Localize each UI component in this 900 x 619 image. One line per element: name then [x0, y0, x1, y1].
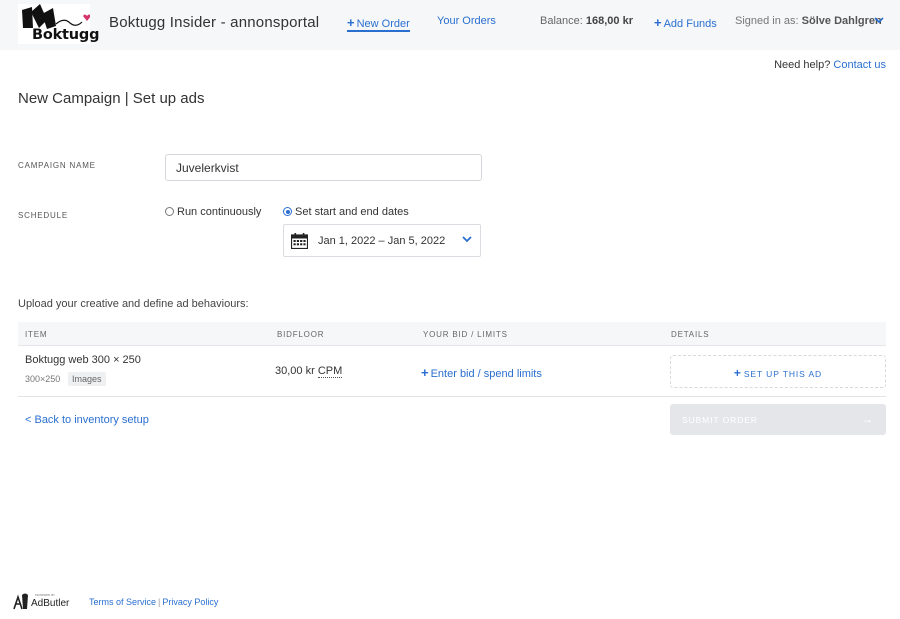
item-type-badge: Images [68, 372, 106, 386]
adbutler-wordmark: AdButler [31, 598, 70, 609]
add-funds-link[interactable]: + Add Funds [654, 15, 717, 30]
th-details: DETAILS [671, 330, 710, 339]
th-bidfloor: BIDFLOOR [277, 330, 325, 339]
upload-instructions: Upload your creative and define ad behav… [18, 298, 249, 310]
submit-order-label: SUBMIT ORDER [682, 415, 758, 425]
date-range-value: Jan 1, 2022 – Jan 5, 2022 [318, 235, 446, 247]
campaign-name-label: CAMPAIGN NAME [18, 161, 96, 170]
date-range-picker[interactable]: Jan 1, 2022 – Jan 5, 2022 [283, 224, 481, 257]
nav-your-orders[interactable]: Your Orders [437, 15, 496, 27]
page-title: New Campaign | Set up ads [18, 90, 205, 107]
enter-bid-link[interactable]: + Enter bid / spend limits [421, 365, 542, 380]
user-name: Sölve Dahlgren [801, 15, 882, 27]
back-to-inventory-link[interactable]: < Back to inventory setup [25, 414, 149, 426]
contact-us-link[interactable]: Contact us [833, 59, 886, 71]
radio-circle [165, 207, 174, 216]
enter-bid-label: Enter bid / spend limits [430, 368, 542, 380]
app-title: Boktugg Insider - annonsportal [109, 14, 320, 31]
bidfloor-amount: 30,00 kr [275, 365, 315, 377]
cpm-abbr: CPM [317, 365, 343, 378]
footer-links: Terms of Service | Privacy Policy [89, 597, 218, 607]
plus-icon: + [733, 366, 742, 380]
calendar-icon [291, 233, 308, 249]
nav-new-order[interactable]: + New Order [347, 15, 410, 32]
item-size: 300×250 [25, 374, 61, 384]
balance-display: Balance: 168,00 kr [540, 15, 633, 27]
boktugg-logo[interactable]: Boktugg [18, 4, 99, 44]
help-label: Need help? [774, 59, 831, 71]
logo-wordmark: Boktugg [32, 27, 100, 43]
setup-ad-label: SET UP THIS AD [743, 369, 823, 379]
help-text: Need help? Contact us [774, 59, 886, 71]
item-name: Boktugg web 300 × 250 [25, 354, 141, 366]
top-bar: Boktugg Boktugg Insider - annonsportal +… [0, 0, 900, 50]
schedule-label: SCHEDULE [18, 211, 68, 220]
table-row: Boktugg web 300 × 250 300×250 Images 30,… [18, 346, 886, 397]
table-header: ITEM BIDFLOOR YOUR BID / LIMITS DETAILS [18, 322, 886, 346]
nav-new-order-label: New Order [356, 18, 410, 30]
chevron-down-icon[interactable] [874, 17, 884, 24]
plus-icon: + [654, 15, 662, 30]
powered-by-text: POWERED BY [35, 593, 55, 597]
separator: | [158, 597, 161, 607]
balance-value: 168,00 kr [585, 15, 633, 27]
add-funds-label: Add Funds [663, 18, 717, 30]
radio-run-continuously[interactable]: Run continuously [165, 206, 261, 218]
adbutler-logo-icon: POWERED BY AdButler [13, 593, 70, 610]
arrow-right-icon: → [861, 412, 874, 426]
plus-icon: + [421, 365, 429, 380]
radio-run-continuously-label: Run continuously [177, 206, 262, 218]
balance-label: Balance: [540, 15, 583, 27]
th-item: ITEM [25, 330, 48, 339]
terms-link[interactable]: Terms of Service [89, 597, 156, 607]
bidfloor-value: 30,00 kr CPM [275, 365, 343, 378]
radio-circle-selected [283, 207, 292, 216]
th-bid-limits: YOUR BID / LIMITS [423, 330, 508, 339]
user-menu[interactable]: Signed in as: Sölve Dahlgren [735, 15, 882, 27]
radio-set-dates-label: Set start and end dates [295, 206, 409, 218]
privacy-link[interactable]: Privacy Policy [162, 597, 218, 607]
adbutler-logo: POWERED BY AdButler [13, 591, 75, 616]
setup-ad-button[interactable]: + SET UP THIS AD [670, 355, 886, 388]
submit-order-button[interactable]: SUBMIT ORDER → [670, 404, 886, 435]
campaign-name-input[interactable]: Juvelerkvist [165, 154, 482, 181]
signed-in-label: Signed in as: [735, 15, 799, 27]
radio-set-dates[interactable]: Set start and end dates [283, 206, 409, 218]
plus-icon: + [347, 15, 355, 30]
chevron-down-icon [462, 236, 472, 243]
